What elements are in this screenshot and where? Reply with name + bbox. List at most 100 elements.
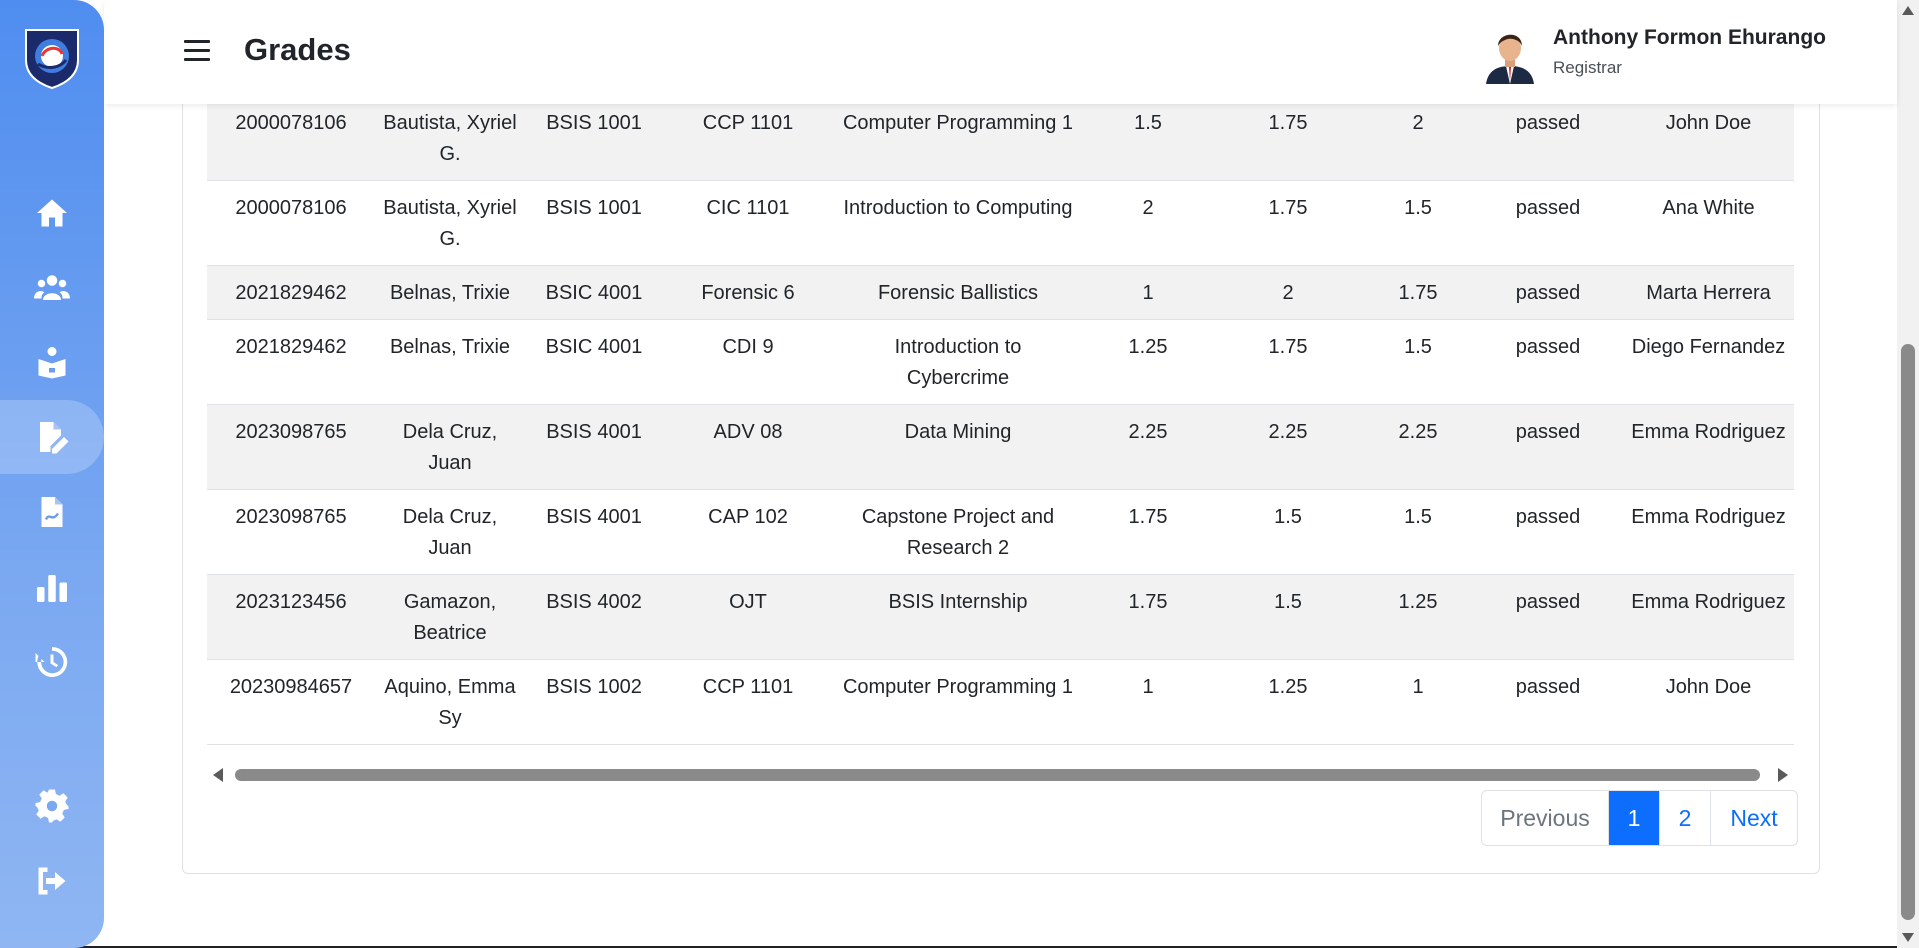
student-name-cell: Dela Cruz, Juan — [375, 404, 525, 490]
student-name-cell: Bautista, Xyriel G. — [375, 96, 525, 181]
nav-reports[interactable] — [0, 475, 104, 549]
logout-icon — [38, 867, 66, 895]
reader-icon — [38, 347, 66, 379]
instructor-cell: John Doe — [1623, 96, 1794, 181]
subject-name-cell: Capstone Project and Research 2 — [833, 489, 1083, 575]
section-cell: BSIS 1001 — [525, 96, 663, 181]
table-row: 2023098765 Dela Cruz, Juan BSIS 4001 CAP 10… — [207, 489, 1794, 575]
horizontal-scrollbar[interactable] — [207, 764, 1794, 784]
table-row: 2023123456 Gamazon, Beatrice BSIS 4002 OJT B… — [207, 574, 1794, 660]
grade-2-cell: 1.5 — [1213, 574, 1363, 660]
subject-name-cell: Data Mining — [833, 404, 1083, 490]
subject-name-cell: BSIS Internship — [833, 574, 1083, 660]
table-row: 2021829462 Belnas, Trixie BSIC 4001 Forensi… — [207, 265, 1794, 320]
student-id-cell: 2021829462 — [207, 265, 375, 320]
grade-2-cell: 1.5 — [1213, 489, 1363, 575]
table-row: 2021829462 Belnas, Trixie BSIC 4001 CDI 9 In… — [207, 319, 1794, 405]
home-icon — [37, 199, 67, 227]
section-cell: BSIS 4001 — [525, 489, 663, 575]
student-id-cell: 2023098765 — [207, 489, 375, 575]
grade-1-cell: 1 — [1083, 265, 1213, 320]
grades-table-wrap: 2000078106 Bautista, Xyriel G. BSIS 1001 CC… — [207, 96, 1794, 745]
scroll-left-icon[interactable] — [213, 768, 223, 782]
section-cell: BSIS 1002 — [525, 659, 663, 745]
table-row: 2000078106 Bautista, Xyriel G. BSIS 1001 CI… — [207, 180, 1794, 266]
nav-users[interactable] — [0, 251, 104, 325]
nav-settings[interactable] — [0, 769, 104, 843]
sidebar — [0, 0, 104, 948]
student-id-cell: 2023098765 — [207, 404, 375, 490]
section-cell: BSIS 1001 — [525, 180, 663, 266]
horizontal-scroll-thumb[interactable] — [235, 769, 1760, 781]
scroll-right-icon[interactable] — [1778, 768, 1788, 782]
grade-2-cell: 1.25 — [1213, 659, 1363, 745]
status-cell: passed — [1473, 180, 1623, 266]
section-cell: BSIC 4001 — [525, 319, 663, 405]
status-cell: passed — [1473, 319, 1623, 405]
status-cell: passed — [1473, 265, 1623, 320]
instructor-cell: Marta Herrera — [1623, 265, 1794, 320]
gear-icon — [35, 789, 69, 823]
student-name-cell: Belnas, Trixie — [375, 319, 525, 405]
nav-grades[interactable] — [0, 400, 104, 474]
section-cell: BSIS 4002 — [525, 574, 663, 660]
page-2-button[interactable]: 2 — [1659, 791, 1710, 845]
nav-history[interactable] — [0, 625, 104, 699]
subject-name-cell: Introduction to Cybercrime — [833, 319, 1083, 405]
student-name-cell: Dela Cruz, Juan — [375, 489, 525, 575]
nav-students[interactable] — [0, 325, 104, 399]
status-cell: passed — [1473, 489, 1623, 575]
grade-3-cell: 1 — [1363, 659, 1473, 745]
nav-analytics[interactable] — [0, 550, 104, 624]
student-name-cell: Bautista, Xyriel G. — [375, 180, 525, 266]
status-cell: passed — [1473, 659, 1623, 745]
next-page-button[interactable]: Next — [1710, 791, 1797, 845]
user-role: Registrar — [1553, 58, 1622, 77]
page-title: Grades — [244, 32, 351, 67]
vertical-scrollbar[interactable] — [1897, 0, 1919, 948]
subject-code-cell: CCP 1101 — [663, 96, 833, 181]
scroll-up-icon[interactable] — [1902, 6, 1914, 15]
instructor-cell: Diego Fernandez — [1623, 319, 1794, 405]
avatar[interactable] — [1482, 26, 1538, 84]
grade-3-cell: 1.5 — [1363, 319, 1473, 405]
instructor-cell: John Doe — [1623, 659, 1794, 745]
subject-code-cell: Forensic 6 — [663, 265, 833, 320]
grade-1-cell: 2 — [1083, 180, 1213, 266]
student-id-cell: 20230984657 — [207, 659, 375, 745]
history-icon — [35, 646, 68, 677]
instructor-cell: Emma Rodriguez — [1623, 404, 1794, 490]
scroll-down-icon[interactable] — [1902, 933, 1914, 942]
chart-bar-icon — [37, 575, 67, 602]
subject-name-cell: Computer Programming 1 — [833, 96, 1083, 181]
table-row: 2023098765 Dela Cruz, Juan BSIS 4001 ADV 08… — [207, 404, 1794, 490]
grade-3-cell: 1.5 — [1363, 180, 1473, 266]
subject-name-cell: Forensic Ballistics — [833, 265, 1083, 320]
previous-page-button[interactable]: Previous — [1482, 791, 1608, 845]
grade-3-cell: 2.25 — [1363, 404, 1473, 490]
pagination: Previous 1 2 Next — [1481, 790, 1798, 846]
grade-3-cell: 1.5 — [1363, 489, 1473, 575]
table-row: 20230984657 Aquino, Emma Sy BSIS 1002 CCP 1… — [207, 659, 1794, 745]
vertical-scroll-thumb[interactable] — [1901, 344, 1915, 920]
subject-code-cell: CCP 1101 — [663, 659, 833, 745]
status-cell: passed — [1473, 404, 1623, 490]
menu-toggle-icon[interactable] — [184, 40, 210, 62]
student-id-cell: 2000078106 — [207, 180, 375, 266]
grade-3-cell: 1.25 — [1363, 574, 1473, 660]
subject-code-cell: ADV 08 — [663, 404, 833, 490]
nav-home[interactable] — [0, 176, 104, 250]
report-icon — [41, 497, 63, 527]
section-cell: BSIS 4001 — [525, 404, 663, 490]
page-1-button[interactable]: 1 — [1608, 791, 1659, 845]
subject-code-cell: CIC 1101 — [663, 180, 833, 266]
users-icon — [34, 275, 70, 300]
instructor-cell: Ana White — [1623, 180, 1794, 266]
grade-2-cell: 2 — [1213, 265, 1363, 320]
nav-logout[interactable] — [0, 844, 104, 918]
grade-1-cell: 1.75 — [1083, 574, 1213, 660]
grade-1-cell: 1.5 — [1083, 96, 1213, 181]
grade-1-cell: 2.25 — [1083, 404, 1213, 490]
subject-name-cell: Computer Programming 1 — [833, 659, 1083, 745]
grade-2-cell: 1.75 — [1213, 319, 1363, 405]
